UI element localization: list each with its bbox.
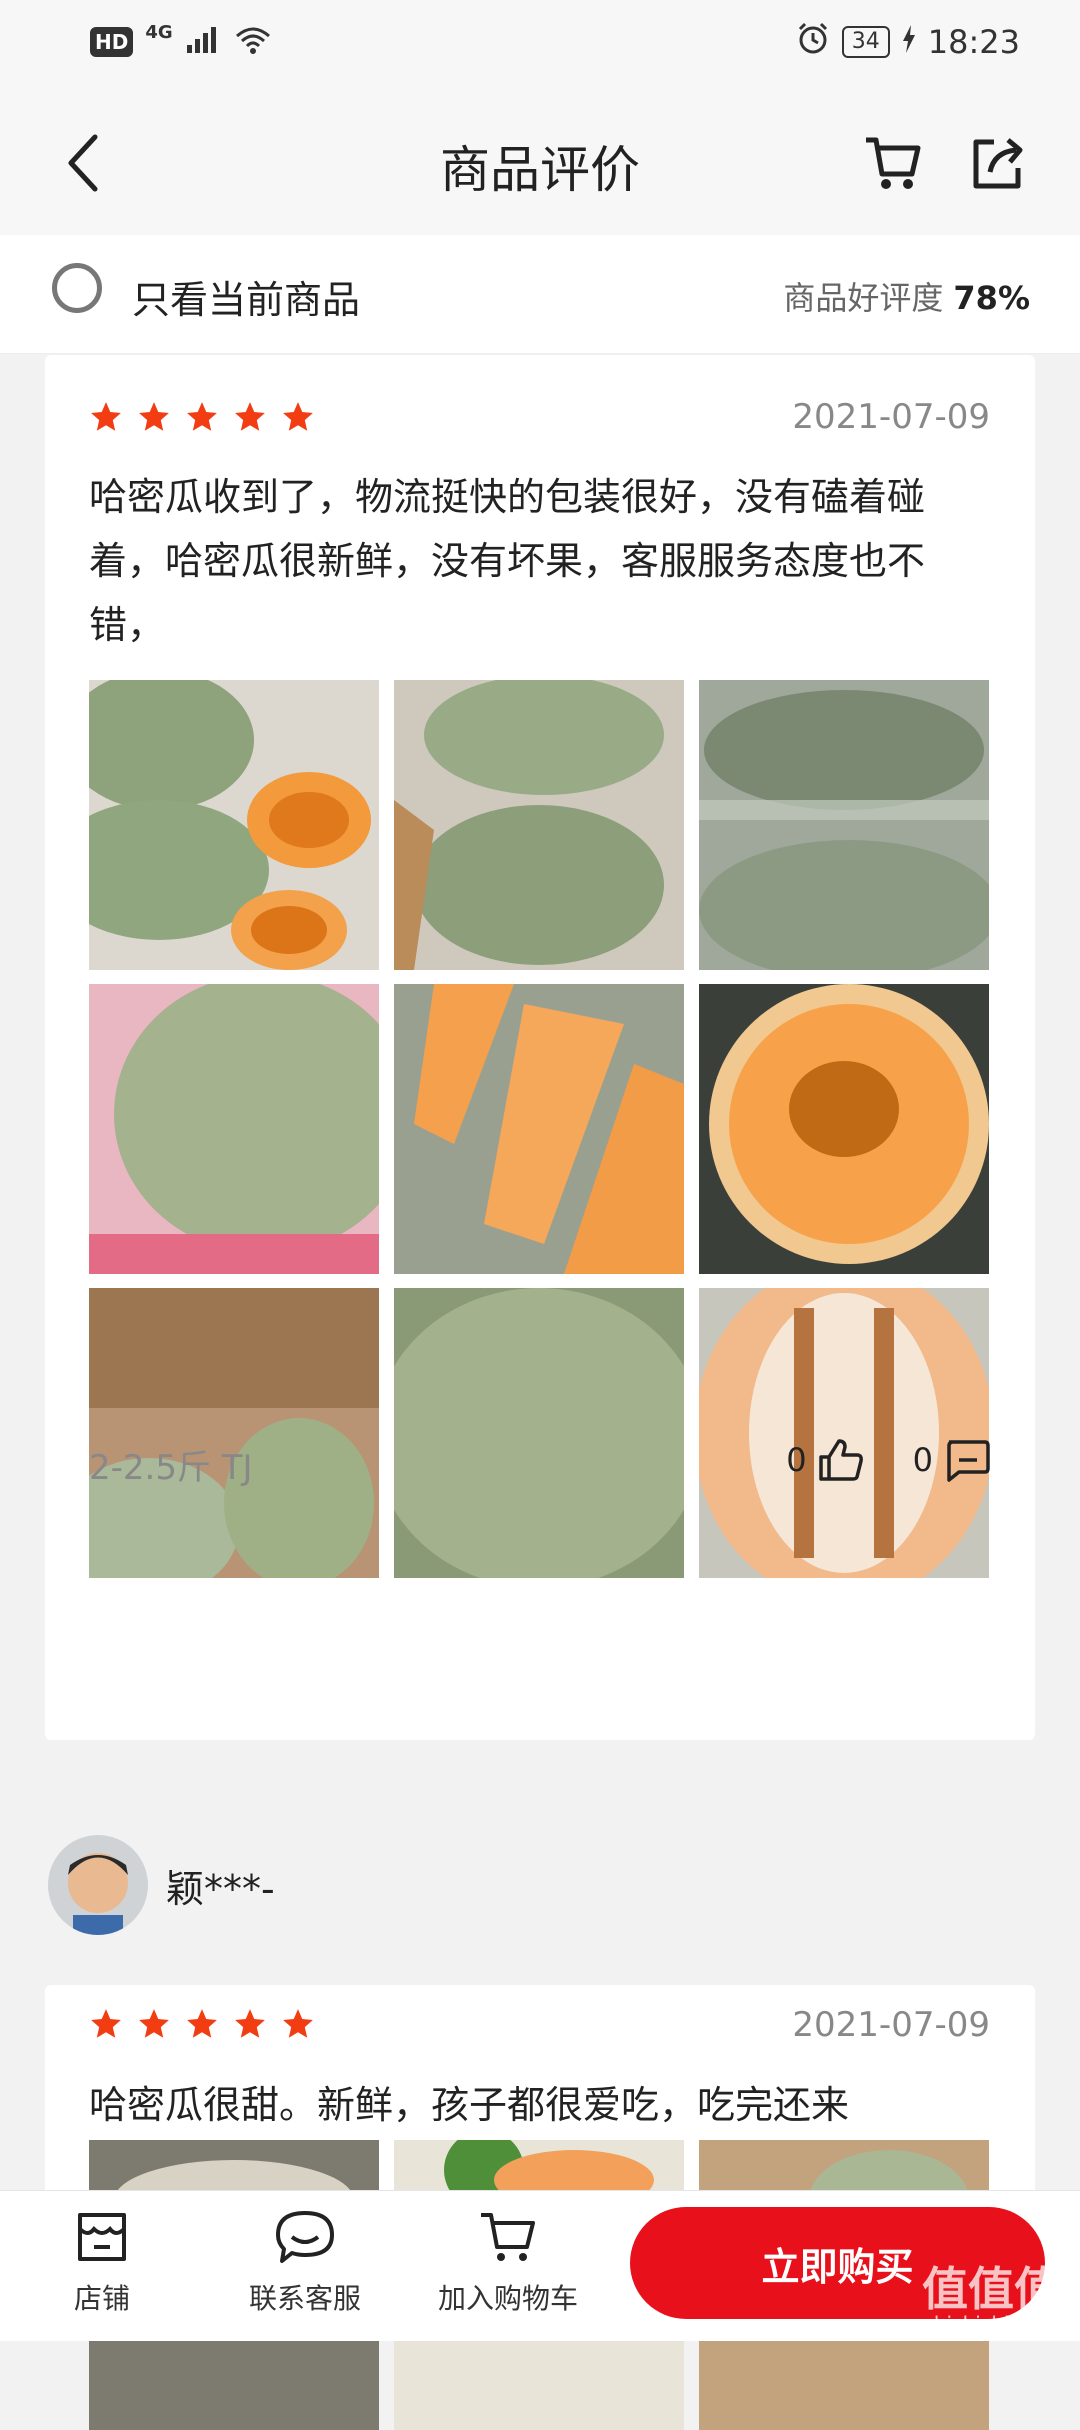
rating-label: 商品好评度 xyxy=(783,279,944,317)
review-photo[interactable] xyxy=(394,680,684,970)
comment-count: 0 xyxy=(912,1441,933,1479)
review-text: 哈密瓜收到了，物流挺快的包装很好，没有磕着碰着，哈密瓜很新鲜，没有坏果，客服服务… xyxy=(89,475,926,647)
like-button[interactable]: 0 xyxy=(786,1437,864,1483)
review-photo[interactable] xyxy=(89,680,379,970)
add-to-cart-label: 加入购物车 xyxy=(437,2282,578,2315)
filter-label[interactable]: 只看当前商品 xyxy=(132,269,360,324)
watermark-sub: zhizhizhi.com xyxy=(923,2312,1059,2336)
network-label: 4G xyxy=(145,21,173,43)
star-rating xyxy=(89,2007,315,2041)
clock: 18:23 xyxy=(927,23,1020,61)
cart-icon xyxy=(866,137,921,189)
share-icon xyxy=(973,138,1023,189)
wifi-icon xyxy=(233,24,273,60)
like-count: 0 xyxy=(786,1441,807,1479)
battery-indicator: 34 xyxy=(841,26,890,58)
star-icon xyxy=(139,402,169,431)
review-card: 2021-07-09 哈密瓜收到了，物流挺快的包装很好，没有磕着碰着，哈密瓜很新… xyxy=(45,355,1035,1740)
review-photo[interactable] xyxy=(699,680,989,970)
chat-icon xyxy=(276,2211,334,2263)
status-left: HD 4G xyxy=(90,22,273,62)
reviewer: 颖***- xyxy=(48,1835,275,1935)
review-photo[interactable] xyxy=(89,1288,379,1578)
star-icon xyxy=(187,402,217,431)
review-text: 哈密瓜很甜。新鲜，孩子都很爱吃，吃完还来 xyxy=(89,2083,850,2127)
header: 商品评价 xyxy=(0,90,1080,235)
product-spec: 2-2.5斤 TJ xyxy=(89,1448,253,1488)
service-label: 联系客服 xyxy=(248,2282,361,2315)
star-rating xyxy=(89,400,315,434)
cart-button[interactable] xyxy=(858,128,928,198)
avatar[interactable] xyxy=(48,1835,148,1935)
hd-badge: HD xyxy=(90,27,134,57)
store-label: 店铺 xyxy=(73,2282,130,2315)
service-tab[interactable]: 联系客服 xyxy=(225,2209,385,2317)
thumbs-up-icon xyxy=(818,1439,863,1481)
filter-bar: 只看当前商品 商品好评度 78% xyxy=(0,235,1080,354)
review-photo[interactable] xyxy=(699,984,989,1274)
star-icon xyxy=(187,2009,217,2038)
watermark-main: 值值值 xyxy=(922,2262,1060,2316)
store-tab[interactable]: 店铺 xyxy=(22,2209,182,2317)
review-date: 2021-07-09 xyxy=(792,397,990,437)
star-icon xyxy=(91,402,121,431)
signal-icon xyxy=(185,25,221,59)
review-photo[interactable] xyxy=(394,1288,684,1578)
star-icon xyxy=(235,2009,265,2038)
alarm-icon xyxy=(796,21,830,63)
add-to-cart-tab[interactable]: 加入购物车 xyxy=(428,2209,588,2317)
review-photo[interactable] xyxy=(699,1288,989,1578)
current-product-radio[interactable] xyxy=(52,263,102,313)
review-photo[interactable] xyxy=(89,984,379,1274)
comment-button[interactable]: 0 xyxy=(913,1438,991,1482)
review-date: 2021-07-09 xyxy=(792,2005,990,2045)
store-icon xyxy=(78,2213,126,2261)
comment-icon xyxy=(947,1440,990,1482)
cart-icon xyxy=(481,2213,535,2261)
status-bar: HD 4G 34 18:23 xyxy=(0,0,1080,90)
star-icon xyxy=(235,402,265,431)
review-photo[interactable] xyxy=(394,984,684,1274)
reviewer-name: 颖***- xyxy=(166,1866,275,1911)
status-right: 34 18:23 xyxy=(796,20,1020,64)
star-icon xyxy=(283,402,313,431)
bottom-bar: 店铺 联系客服 加入购物车 立即购买 值值值 zhizhizhi.com xyxy=(0,2190,1080,2341)
watermark: 值值值 zhizhizhi.com xyxy=(922,2265,1060,2335)
star-icon xyxy=(139,2009,169,2038)
star-icon xyxy=(283,2009,313,2038)
share-button[interactable] xyxy=(962,128,1032,198)
star-icon xyxy=(91,2009,121,2038)
review-actions: 0 0 xyxy=(786,1437,991,1483)
charging-icon xyxy=(902,23,916,61)
rating-value: 78% xyxy=(953,279,1030,317)
positive-rating: 商品好评度 78% xyxy=(783,273,1030,319)
